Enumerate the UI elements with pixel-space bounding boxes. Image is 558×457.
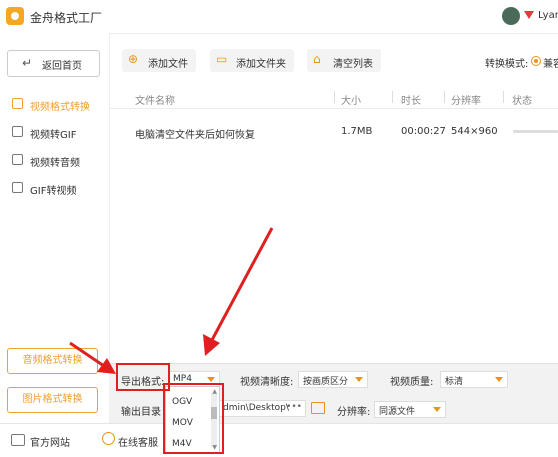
user-avatar[interactable] — [502, 7, 520, 25]
column-header-resolution: 分辨率 — [451, 96, 481, 107]
online-service-link[interactable]: 在线客服 — [118, 434, 158, 449]
open-folder-icon[interactable] — [311, 402, 325, 414]
convert-mode-label: 转换模式: — [485, 59, 529, 70]
clarity-value: 按画质区分 — [303, 377, 349, 387]
column-header-name: 文件名称 — [135, 96, 175, 107]
column-header-duration: 时长 — [401, 96, 421, 107]
browse-more-button[interactable]: ••• — [286, 402, 302, 412]
quality-select[interactable]: 标清 — [440, 371, 508, 388]
annotation-box-format-list — [163, 383, 224, 454]
clarity-select[interactable]: 按画质区分 — [298, 371, 368, 388]
folder-icon: ▭ — [216, 52, 228, 66]
plus-circle-icon: ⊕ — [128, 52, 139, 66]
customer-service-icon — [102, 432, 115, 445]
file-size-cell: 1.7MB — [341, 126, 373, 137]
file-resolution-cell: 544×960 — [451, 126, 498, 137]
sidebar-item-label: 视频转GIF — [30, 130, 77, 141]
audio-convert-button[interactable]: 音频格式转换 — [7, 348, 98, 374]
sidebar-item-label: GIF转视频 — [30, 186, 77, 197]
app-title: 金舟格式工厂 — [30, 11, 103, 25]
chevron-down-icon — [207, 377, 215, 382]
return-arrow-icon: ↵ — [22, 56, 33, 70]
sidebar-item-label: 视频转音频 — [30, 158, 80, 169]
column-divider — [334, 91, 335, 103]
annotation-arrow-down — [203, 227, 274, 356]
resolution-label: 分辨率: — [337, 407, 371, 418]
column-header-status: 状态 — [512, 96, 532, 107]
username[interactable]: Lyan — [538, 10, 558, 21]
resolution-select[interactable]: 同源文件 — [374, 401, 446, 418]
chevron-down-icon — [433, 407, 441, 412]
sidebar-item-video-to-gif[interactable]: 视频转GIF — [10, 122, 109, 144]
sidebar-item-video-to-audio[interactable]: 视频转音频 — [10, 150, 109, 172]
column-divider — [444, 91, 445, 103]
app-logo-icon — [6, 7, 24, 25]
status-progress-bar — [513, 130, 558, 133]
output-dir-value: dmin\Desktop\ — [223, 403, 289, 413]
add-folder-button[interactable]: ▭ 添加文件夹 — [210, 49, 294, 72]
back-home-label: 返回首页 — [42, 61, 82, 72]
file-duration-cell: 00:00:27 — [401, 126, 446, 137]
image-convert-button[interactable]: 图片格式转换 — [7, 387, 98, 413]
annotation-box-export-format — [116, 363, 170, 391]
footer — [0, 423, 558, 457]
output-dir-label: 输出目录 — [121, 407, 161, 418]
column-divider — [503, 91, 504, 103]
video-icon — [12, 98, 23, 109]
quality-value: 标清 — [445, 377, 464, 387]
sidebar-item-video-convert[interactable]: 视频格式转换 — [10, 94, 109, 116]
sidebar-item-label: 视频格式转换 — [30, 102, 90, 113]
back-home-button[interactable]: ↵ 返回首页 — [7, 50, 100, 77]
resolution-value: 同源文件 — [379, 407, 416, 417]
add-file-button[interactable]: ⊕ 添加文件 — [122, 49, 196, 72]
image-icon — [12, 126, 23, 137]
clear-list-button[interactable]: ⌂ 清空列表 — [307, 49, 381, 72]
output-dir-input[interactable]: dmin\Desktop\ ••• — [218, 400, 306, 417]
clarity-label: 视频清晰度: — [240, 377, 294, 388]
file-name-cell[interactable]: 电脑清空文件夹后如何恢复 — [135, 126, 255, 141]
chevron-down-icon — [495, 377, 503, 382]
vip-gem-icon[interactable] — [524, 11, 534, 19]
chevron-down-icon — [355, 377, 363, 382]
quality-label: 视频质量: — [390, 377, 434, 388]
film-icon — [12, 182, 23, 193]
official-website-link[interactable]: 官方网站 — [30, 434, 70, 449]
add-folder-label: 添加文件夹 — [236, 59, 286, 70]
mode-radio[interactable] — [531, 56, 541, 66]
add-file-label: 添加文件 — [148, 59, 188, 70]
column-divider — [392, 91, 393, 103]
clear-list-label: 清空列表 — [333, 59, 373, 70]
trash-icon: ⌂ — [313, 52, 321, 66]
column-header-size: 大小 — [341, 96, 361, 107]
convert-mode-value[interactable]: 兼容 — [543, 55, 558, 70]
audio-icon — [12, 154, 23, 165]
website-icon — [11, 434, 25, 446]
sidebar-item-gif-to-video[interactable]: GIF转视频 — [10, 178, 109, 200]
